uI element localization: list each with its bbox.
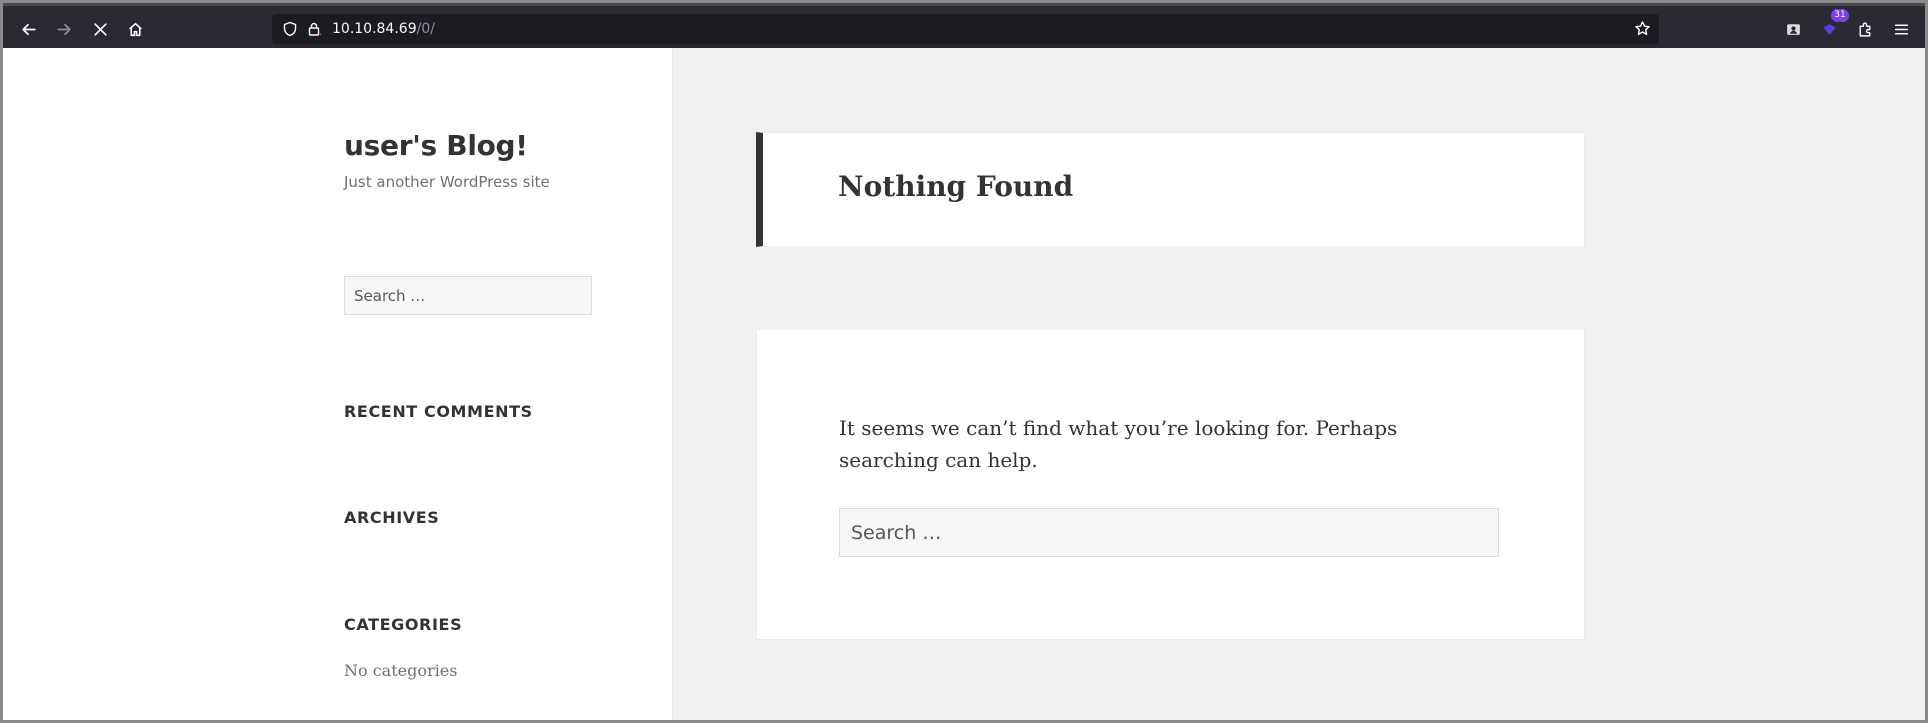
widget-title-categories: CATEGORIES [344,615,463,634]
shield-icon[interactable] [282,21,298,37]
not-found-message: It seems we can’t find what you’re looki… [839,416,1398,472]
lock-icon[interactable] [306,21,322,37]
app-menu-button[interactable] [1886,14,1916,44]
home-icon [128,22,142,36]
extension-button-1[interactable] [1778,14,1808,44]
widget-title-archives: ARCHIVES [344,508,440,527]
page-content: user's Blog! Just another WordPress site… [3,48,1925,720]
url-text[interactable]: 10.10.84.69/0/ [332,14,435,44]
extension-button-2[interactable]: 31 [1814,9,1849,44]
page-header: Nothing Found [756,132,1585,247]
browser-window: 10.10.84.69/0/ 31 user's Blog! Just anot… [3,3,1925,720]
forward-button[interactable] [49,14,79,44]
site-description: Just another WordPress site [344,173,550,191]
main-search-input[interactable] [839,508,1499,557]
star-icon[interactable] [1634,20,1651,37]
back-button[interactable] [13,14,43,44]
container-icon [1786,23,1800,35]
content-card: It seems we can’t find what you’re looki… [756,329,1585,640]
back-arrow-icon [21,23,36,35]
puzzle-icon [1858,22,1870,37]
forward-arrow-icon [56,23,71,35]
hamburger-menu-icon [1894,23,1908,35]
close-icon [93,22,107,36]
home-button[interactable] [120,14,150,44]
page-title: Nothing Found [838,170,1074,203]
url-host: 10.10.84.69 [332,21,417,37]
browser-toolbar: 10.10.84.69/0/ 31 [3,3,1925,48]
extension-badge-icon [1822,23,1836,35]
address-bar[interactable]: 10.10.84.69/0/ [272,14,1659,44]
sidebar-search-input[interactable] [344,276,592,315]
extensions-button[interactable] [1850,14,1880,44]
site-title[interactable]: user's Blog! [344,129,528,162]
widget-title-recent-comments: RECENT COMMENTS [344,402,533,421]
sidebar: user's Blog! Just another WordPress site… [3,48,673,720]
url-path: /0/ [416,21,435,37]
extension-badge-count: 31 [1831,9,1849,22]
stop-loading-button[interactable] [85,14,115,44]
categories-empty-text: No categories [344,661,458,680]
